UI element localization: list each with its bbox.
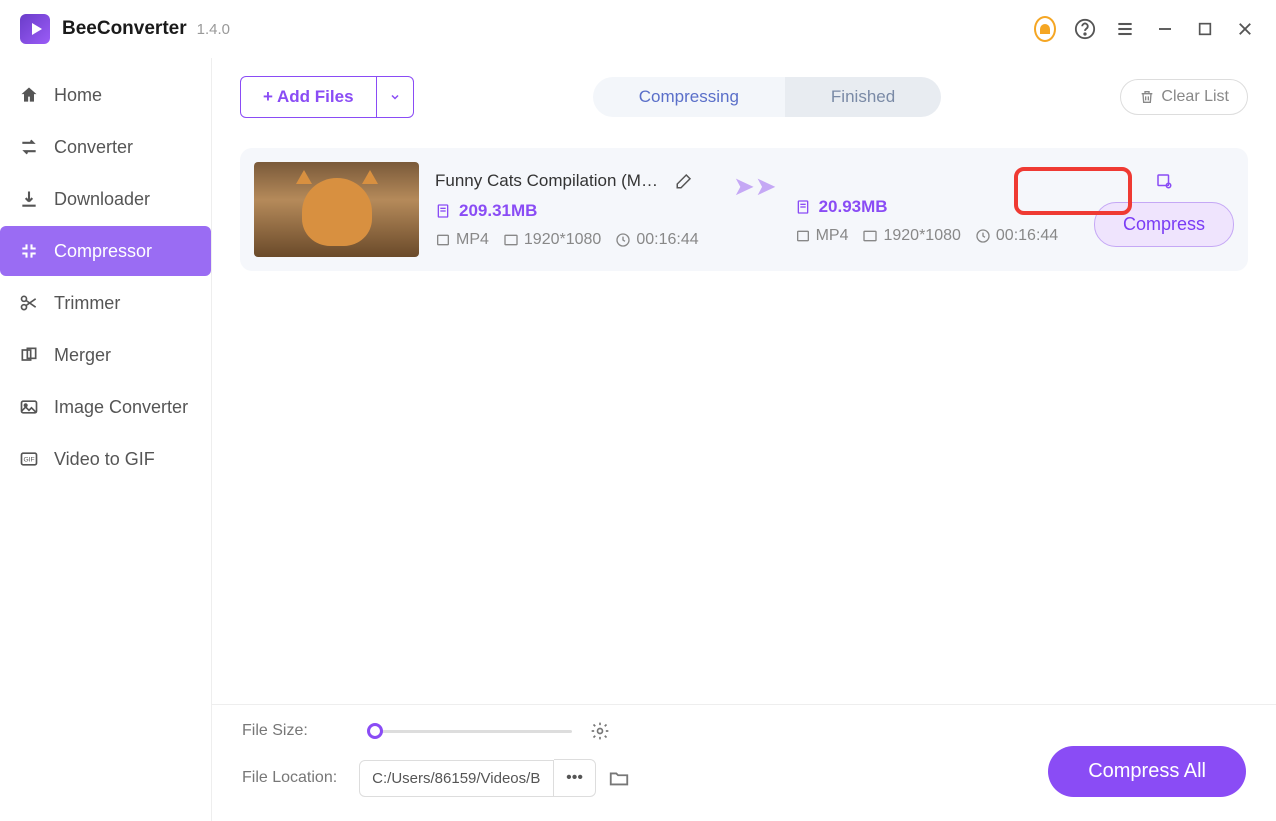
compressor-icon [18,240,40,262]
sidebar-item-label: Downloader [54,189,150,210]
output-duration: 00:16:44 [996,227,1058,245]
titlebar: BeeConverter 1.4.0 [0,0,1276,58]
sidebar-item-label: Image Converter [54,397,188,418]
sidebar-item-merger[interactable]: Merger [0,330,211,380]
toolbar: + Add Files Compressing Finished Clear L… [212,58,1276,136]
help-icon[interactable] [1074,18,1096,40]
file-thumbnail [254,162,419,257]
image-converter-icon [18,396,40,418]
format-icon [435,232,451,248]
sidebar-item-label: Video to GIF [54,449,155,470]
sidebar-item-downloader[interactable]: Downloader [0,174,211,224]
footer: File Size: File Location: C:/Users/86159… [212,704,1276,821]
merger-icon [18,344,40,366]
sidebar-item-label: Merger [54,345,111,366]
resolution-icon [862,228,878,244]
file-title: Funny Cats Compilation (Mos... [435,171,665,191]
input-format: MP4 [456,231,489,249]
menu-icon[interactable] [1114,18,1136,40]
tab-compressing[interactable]: Compressing [593,77,785,117]
sidebar-item-home[interactable]: Home [0,70,211,120]
sidebar-item-compressor[interactable]: Compressor [0,226,211,276]
add-files-dropdown[interactable] [377,76,414,118]
user-icon[interactable] [1034,18,1056,40]
sidebar-item-image-converter[interactable]: Image Converter [0,382,211,432]
sidebar-item-label: Converter [54,137,133,158]
app-version: 1.4.0 [197,21,230,38]
downloader-icon [18,188,40,210]
sidebar: Home Converter Downloader Compressor Tri… [0,58,212,821]
sidebar-item-label: Home [54,85,102,106]
file-size-label: File Size: [242,722,308,740]
file-size-icon [435,203,451,219]
file-item: Funny Cats Compilation (Mos... 209.31MB … [240,148,1248,271]
maximize-icon[interactable] [1194,18,1216,40]
tabs: Compressing Finished [593,77,941,117]
sidebar-item-trimmer[interactable]: Trimmer [0,278,211,328]
sidebar-item-video-gif[interactable]: GIF Video to GIF [0,434,211,484]
app-name: BeeConverter [62,18,187,40]
output-size: 20.93MB [819,197,888,217]
output-resolution: 1920*1080 [883,227,960,245]
arrow-icon: ➤➤ [733,171,777,249]
sidebar-item-converter[interactable]: Converter [0,122,211,172]
clear-list-button[interactable]: Clear List [1120,79,1248,115]
video-gif-icon: GIF [18,448,40,470]
compress-all-button[interactable]: Compress All [1048,746,1246,797]
minimize-icon[interactable] [1154,18,1176,40]
format-icon [795,228,811,244]
sidebar-item-label: Trimmer [54,293,120,314]
svg-text:GIF: GIF [23,457,34,464]
clear-list-label: Clear List [1161,88,1229,106]
item-settings-icon[interactable] [1155,172,1173,190]
gear-icon[interactable] [590,721,610,741]
input-resolution: 1920*1080 [524,231,601,249]
converter-icon [18,136,40,158]
app-logo [20,14,50,44]
tab-finished[interactable]: Finished [785,77,941,117]
file-size-icon [795,199,811,215]
resolution-icon [503,232,519,248]
edit-icon[interactable] [675,172,693,190]
input-size: 209.31MB [459,201,537,221]
home-icon [18,84,40,106]
duration-icon [975,228,991,244]
file-list: Funny Cats Compilation (Mos... 209.31MB … [212,136,1276,704]
file-size-slider[interactable] [372,730,572,733]
compress-button[interactable]: Compress [1094,202,1234,247]
close-icon[interactable] [1234,18,1256,40]
window-controls [1034,18,1256,40]
duration-icon [615,232,631,248]
sidebar-item-label: Compressor [54,241,152,262]
output-format: MP4 [816,227,849,245]
file-location-input[interactable]: C:/Users/86159/Videos/B [359,760,554,797]
file-location-label: File Location: [242,769,337,787]
folder-icon[interactable] [608,767,630,789]
file-location-more[interactable]: ••• [554,759,596,797]
trimmer-icon [18,292,40,314]
input-duration: 00:16:44 [636,231,698,249]
add-files-button[interactable]: + Add Files [240,76,377,118]
